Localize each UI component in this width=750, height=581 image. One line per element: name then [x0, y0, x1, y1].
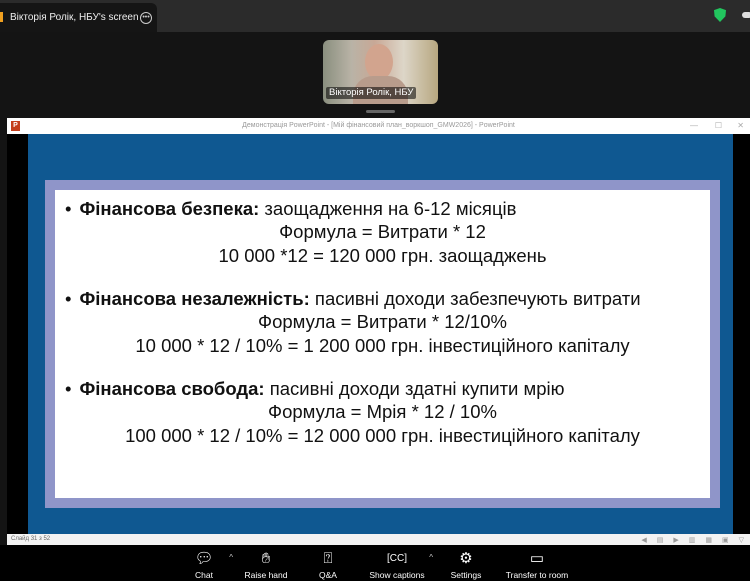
powerpoint-window: P Демонстрація PowerPoint - [Мій фінансо… [7, 118, 750, 545]
participant-video[interactable]: Вікторія Ролік, НБУ [323, 40, 438, 104]
tab-title: Вікторія Ролік, НБУ's screen [10, 12, 139, 23]
slide-frame: • Фінансова безпека: заощадження на 6-12 … [45, 180, 720, 508]
meeting-toolbar: 💬︎ Chat ^ ✋︎ Raise hand ⍰ Q&A [CC] Show capti… [0, 545, 750, 581]
maximize-icon[interactable]: ☐ [715, 118, 722, 134]
item-heading: Фінансова незалежність: [79, 288, 310, 309]
gear-icon: ⚙ [459, 550, 473, 567]
item-example: 10 000 * 12 / 10% = 1 200 000 грн. інвес… [135, 335, 630, 356]
item-example: 10 000 *12 = 120 000 грн. заощаджень [218, 245, 547, 266]
chat-label: Chat [195, 570, 213, 580]
minimize-icon[interactable]: — [690, 118, 698, 134]
item-formula: Формула = Мрія * 12 / 10% [268, 401, 497, 422]
shield-icon[interactable] [714, 8, 726, 22]
item-text: заощадження на 6-12 місяців [264, 198, 517, 219]
window-title-bar: P Демонстрація PowerPoint - [Мій фінансо… [7, 118, 750, 134]
bullet: • [65, 378, 72, 399]
resize-handle[interactable] [366, 110, 395, 113]
settings-button[interactable]: ⚙ Settings [435, 545, 497, 581]
screen-share-tab[interactable]: Вікторія Ролік, НБУ's screen ••• [0, 3, 157, 32]
bullet: • [65, 198, 72, 219]
item-heading: Фінансова безпека: [79, 198, 260, 219]
cc-icon: [CC] [387, 553, 407, 564]
item-formula: Формула = Витрати * 12/10% [258, 311, 507, 332]
item-example: 100 000 * 12 / 10% = 12 000 000 грн. інв… [125, 425, 640, 446]
slide-item: • Фінансова безпека: заощадження на 6-12 … [65, 198, 700, 268]
cloud-icon[interactable] [742, 12, 750, 18]
item-formula: Формула = Витрати * 12 [279, 221, 486, 242]
item-text: пасивні доходи забезпечують витрати [314, 288, 641, 309]
hand-icon: ✋︎ [261, 550, 271, 567]
cast-icon: ▭ [529, 550, 545, 567]
chat-icon: 💬︎ [194, 550, 214, 567]
captions-button[interactable]: [CC] Show captions ^ [359, 545, 435, 581]
slide-item: • Фінансова незалежність: пасивні доходи … [65, 288, 700, 358]
raise-hand-label: Raise hand [244, 570, 288, 580]
raise-hand-button[interactable]: ✋︎ Raise hand [235, 545, 297, 581]
captions-label: Show captions [369, 570, 425, 580]
share-indicator [0, 12, 3, 22]
qa-label: Q&A [319, 570, 337, 580]
item-heading: Фінансова свобода: [79, 378, 265, 399]
question-icon: ⍰ [323, 550, 333, 567]
powerpoint-icon: P [11, 121, 20, 131]
slide-content: • Фінансова безпека: заощадження на 6-12 … [55, 190, 710, 498]
slide: • Фінансова безпека: заощадження на 6-12 … [28, 134, 733, 534]
chevron-up-icon[interactable]: ^ [429, 553, 433, 562]
face [365, 44, 393, 80]
top-bar: Вікторія Ролік, НБУ's screen ••• [0, 0, 750, 32]
transfer-label: Transfer to room [505, 570, 569, 580]
more-options-icon[interactable]: ••• [140, 12, 152, 24]
window-title: Демонстрація PowerPoint - [Мій фінансови… [242, 122, 515, 129]
slide-item: • Фінансова свобода: пасивні доходи здатн… [65, 378, 700, 448]
qa-button[interactable]: ⍰ Q&A [297, 545, 359, 581]
close-icon[interactable]: ✕ [737, 118, 744, 134]
settings-label: Settings [450, 570, 482, 580]
participant-name: Вікторія Ролік, НБУ [326, 87, 417, 99]
item-text: пасивні доходи здатні купити мрію [269, 378, 565, 399]
status-bar: Слайд 31 з 52 ◀ ▤ ▶ ▥ ▦ ▣ ▽ [7, 534, 750, 545]
bullet: • [65, 288, 72, 309]
transfer-button[interactable]: ▭ Transfer to room [497, 545, 577, 581]
chevron-up-icon[interactable]: ^ [229, 553, 233, 562]
chat-button[interactable]: 💬︎ Chat ^ [173, 545, 235, 581]
slide-counter: Слайд 31 з 52 [11, 536, 51, 542]
